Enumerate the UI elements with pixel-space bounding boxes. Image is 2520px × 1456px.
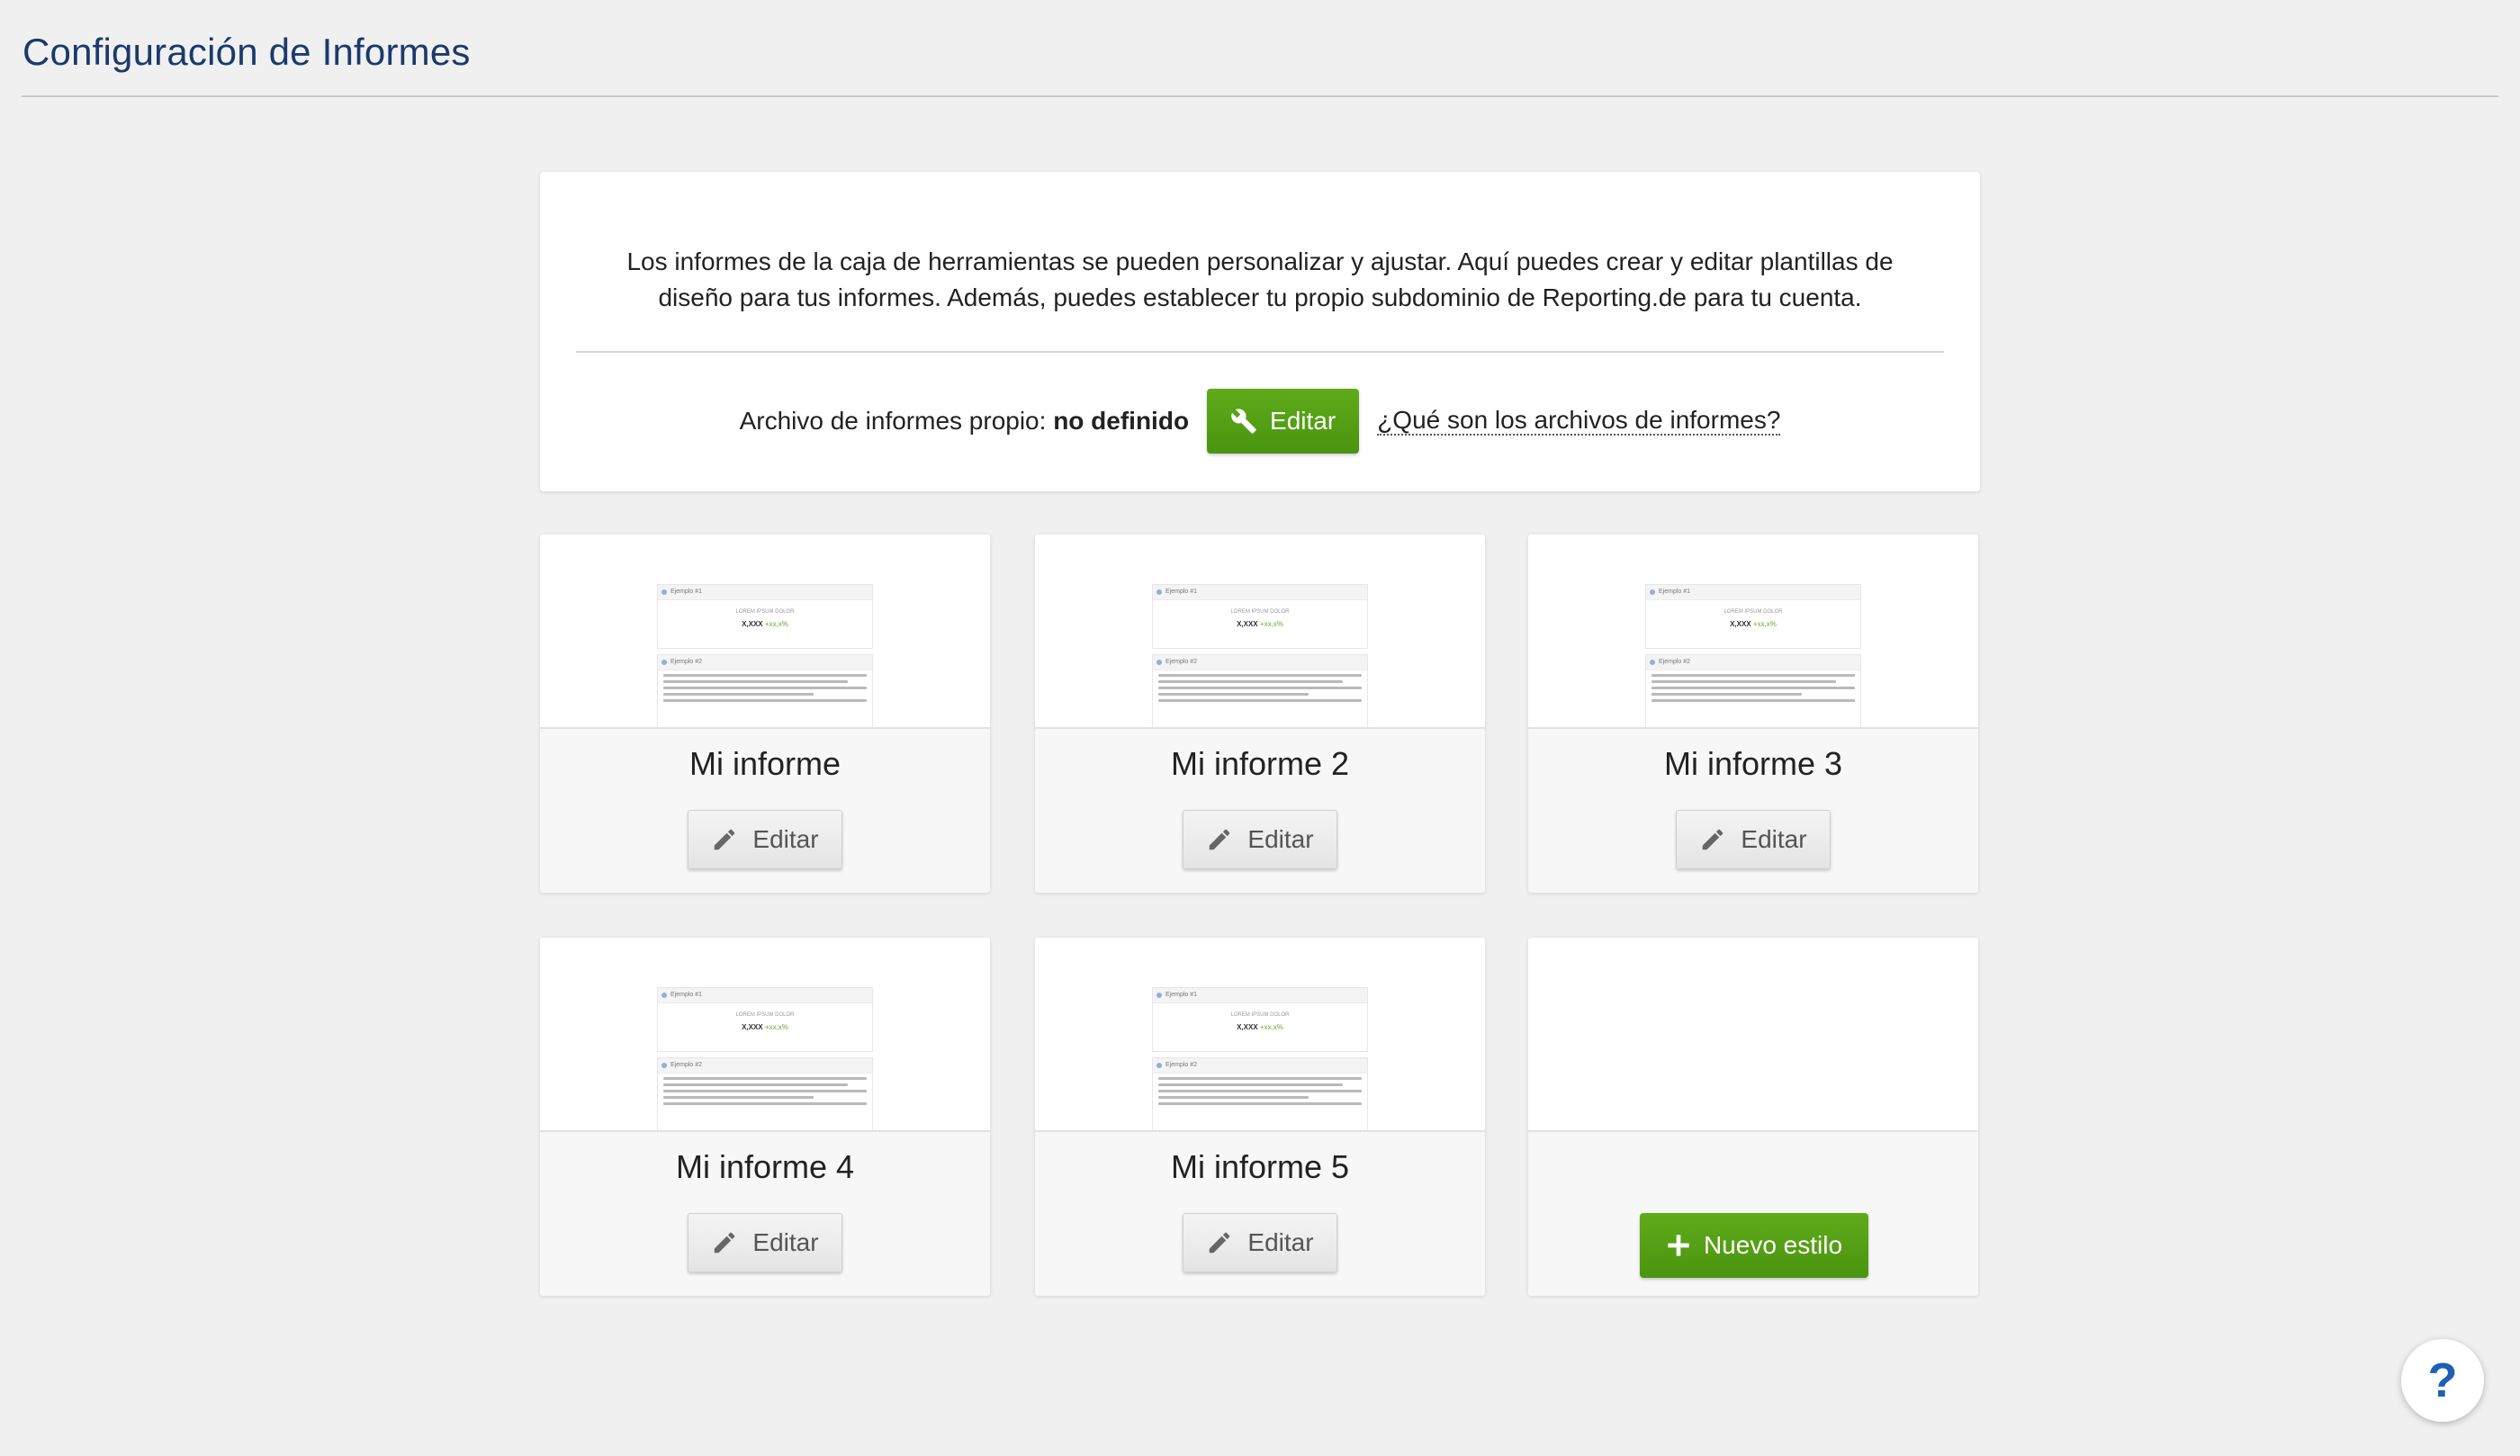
report-edit-button[interactable]: Editar: [688, 810, 842, 869]
pencil-icon: [1699, 826, 1726, 853]
intro-description: Los informes de la caja de herramientas …: [626, 247, 1894, 311]
report-card: Ejemplo #1 LOREM IPSUM DOLOR X,XXX +xx,x% …: [1528, 535, 1978, 893]
report-card-title: Mi informe 2: [1170, 745, 1350, 782]
report-card-title: Mi informe: [688, 745, 842, 782]
report-edit-label: Editar: [1247, 825, 1314, 853]
pencil-icon: [711, 1229, 738, 1256]
title-divider: [22, 95, 2498, 97]
report-edit-label: Editar: [752, 825, 819, 853]
report-edit-label: Editar: [1741, 825, 1807, 853]
report-card-title: Mi informe 4: [675, 1148, 855, 1185]
plus-icon: [1666, 1233, 1691, 1258]
intro-panel: Los informes de la caja de herramientas …: [540, 172, 1980, 491]
report-thumbnail: Ejemplo #1 LOREM IPSUM DOLOR X,XXX +xx,x% …: [1035, 535, 1485, 729]
archive-edit-label: Editar: [1270, 407, 1336, 435]
report-card-title: Mi informe 5: [1170, 1148, 1350, 1185]
thumbnail-preview: Ejemplo #1 LOREM IPSUM DOLOR X,XXX +xx,x% …: [657, 987, 873, 1130]
report-thumbnail: Ejemplo #1 LOREM IPSUM DOLOR X,XXX +xx,x% …: [1528, 535, 1978, 729]
thumbnail-preview: Ejemplo #1 LOREM IPSUM DOLOR X,XXX +xx,x% …: [1645, 584, 1861, 727]
help-button[interactable]: ?: [2401, 1339, 2484, 1422]
new-style-button[interactable]: Nuevo estilo: [1640, 1213, 1868, 1278]
thumbnail-preview: Ejemplo #1 LOREM IPSUM DOLOR X,XXX +xx,x% …: [1152, 584, 1368, 727]
report-card: Ejemplo #1 LOREM IPSUM DOLOR X,XXX +xx,x% …: [540, 535, 990, 893]
page-title: Configuración de Informes: [22, 31, 471, 73]
pencil-icon: [1206, 1229, 1233, 1256]
report-edit-button[interactable]: Editar: [688, 1213, 842, 1272]
archive-help-link[interactable]: ¿Qué son los archivos de informes?: [1377, 407, 1781, 436]
report-card: Ejemplo #1 LOREM IPSUM DOLOR X,XXX +xx,x% …: [1035, 938, 1485, 1296]
archive-edit-button[interactable]: Editar: [1207, 389, 1360, 454]
archive-value: no definido: [1053, 407, 1190, 435]
intro-divider: [576, 351, 1944, 353]
report-edit-label: Editar: [752, 1228, 819, 1256]
archive-row: Archivo de informes propio: no definido …: [540, 389, 1980, 454]
pencil-icon: [711, 826, 738, 853]
report-thumbnail: Ejemplo #1 LOREM IPSUM DOLOR X,XXX +xx,x% …: [540, 938, 990, 1132]
thumbnail-preview: Ejemplo #1 LOREM IPSUM DOLOR X,XXX +xx,x% …: [1152, 987, 1368, 1130]
report-thumbnail: Ejemplo #1 LOREM IPSUM DOLOR X,XXX +xx,x% …: [540, 535, 990, 729]
thumbnail-preview: Ejemplo #1 LOREM IPSUM DOLOR X,XXX +xx,x% …: [657, 584, 873, 727]
report-card: Ejemplo #1 LOREM IPSUM DOLOR X,XXX +xx,x% …: [540, 938, 990, 1296]
wrench-icon: [1230, 408, 1257, 435]
new-style-card: Nuevo estilo: [1528, 938, 1978, 1296]
report-card: Ejemplo #1 LOREM IPSUM DOLOR X,XXX +xx,x% …: [1035, 535, 1485, 893]
new-style-placeholder: [1528, 938, 1978, 1132]
archive-label: Archivo de informes propio: no definido: [739, 407, 1190, 435]
report-edit-label: Editar: [1247, 1228, 1314, 1256]
report-thumbnail: Ejemplo #1 LOREM IPSUM DOLOR X,XXX +xx,x% …: [1035, 938, 1485, 1132]
report-edit-button[interactable]: Editar: [1676, 810, 1831, 869]
report-card-title: Mi informe 3: [1663, 745, 1843, 782]
new-style-label: Nuevo estilo: [1703, 1231, 1843, 1259]
pencil-icon: [1206, 826, 1233, 853]
report-edit-button[interactable]: Editar: [1183, 1213, 1337, 1272]
report-edit-button[interactable]: Editar: [1183, 810, 1337, 869]
